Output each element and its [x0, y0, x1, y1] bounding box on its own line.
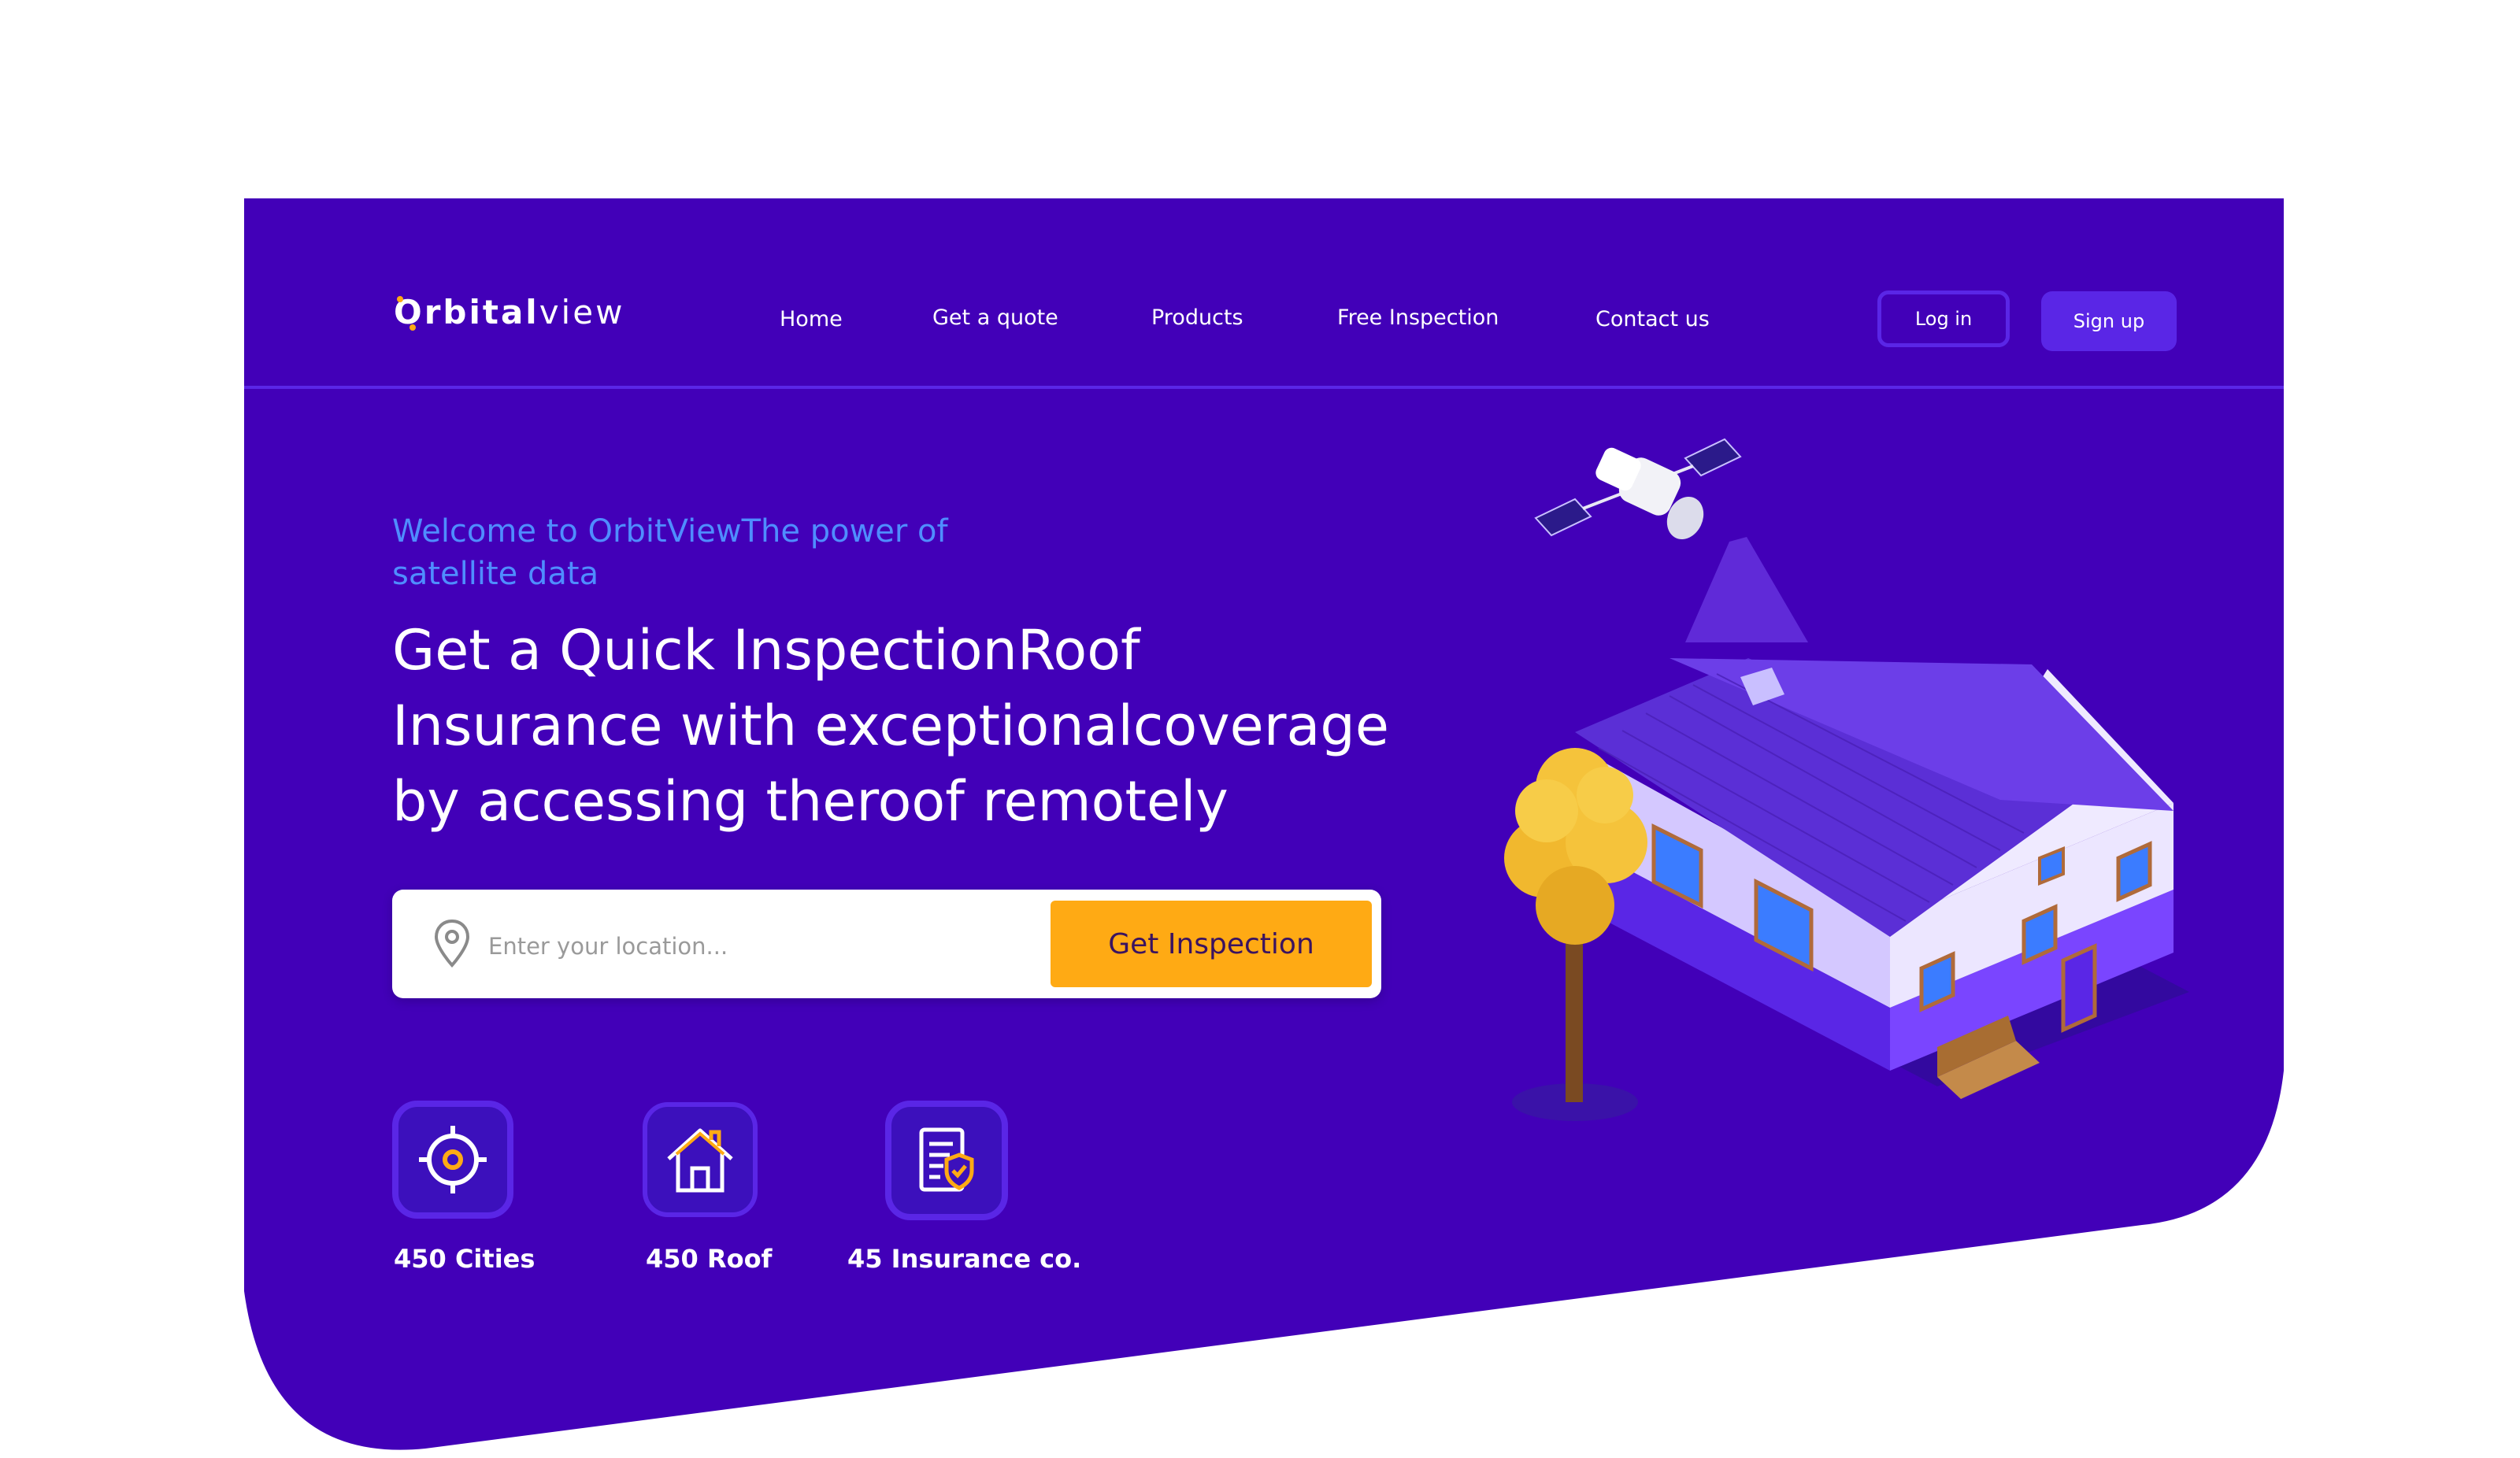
- stat-cities-label: 450 Cities: [394, 1244, 536, 1274]
- insurance-document-icon: [919, 1127, 974, 1192]
- nav-free-inspection[interactable]: Free Inspection: [1337, 305, 1499, 330]
- stat-insurance-tile: [885, 1101, 1008, 1220]
- nav-products[interactable]: Products: [1151, 305, 1243, 330]
- stat-roof-label: 450 Roof: [646, 1244, 773, 1274]
- welcome-text: Welcome to OrbitViewThe power of satelli…: [392, 513, 948, 592]
- target-icon: [419, 1126, 487, 1193]
- logo-orbit-dots-icon: [397, 296, 416, 331]
- location-pin-icon: [434, 919, 470, 968]
- tree-icon: [1504, 748, 1647, 1121]
- brand-logo[interactable]: Orbitalview: [394, 293, 624, 331]
- house-satellite-illustration: [1504, 438, 2189, 1121]
- location-input[interactable]: [487, 920, 1025, 973]
- nav-get-a-quote[interactable]: Get a quote: [932, 305, 1058, 330]
- login-button[interactable]: Log in: [1877, 290, 2010, 347]
- house-icon: [667, 1128, 733, 1193]
- brand-name-light: view: [539, 293, 625, 331]
- stat-cities-tile: [392, 1101, 513, 1219]
- satellite-icon: [1534, 438, 1742, 540]
- stat-roof-tile: [643, 1102, 758, 1217]
- header-divider: [244, 386, 2284, 389]
- hero-headline: Get a Quick InspectionRoof Insurance wit…: [392, 618, 1389, 834]
- nav-contact-us[interactable]: Contact us: [1595, 307, 1710, 331]
- stat-insurance-label: 45 Insurance co.: [847, 1244, 1082, 1274]
- signup-button[interactable]: Sign up: [2041, 291, 2177, 351]
- satellite-beam: [1685, 537, 1808, 642]
- nav-home[interactable]: Home: [780, 307, 843, 331]
- get-inspection-button[interactable]: Get Inspection: [1051, 901, 1372, 987]
